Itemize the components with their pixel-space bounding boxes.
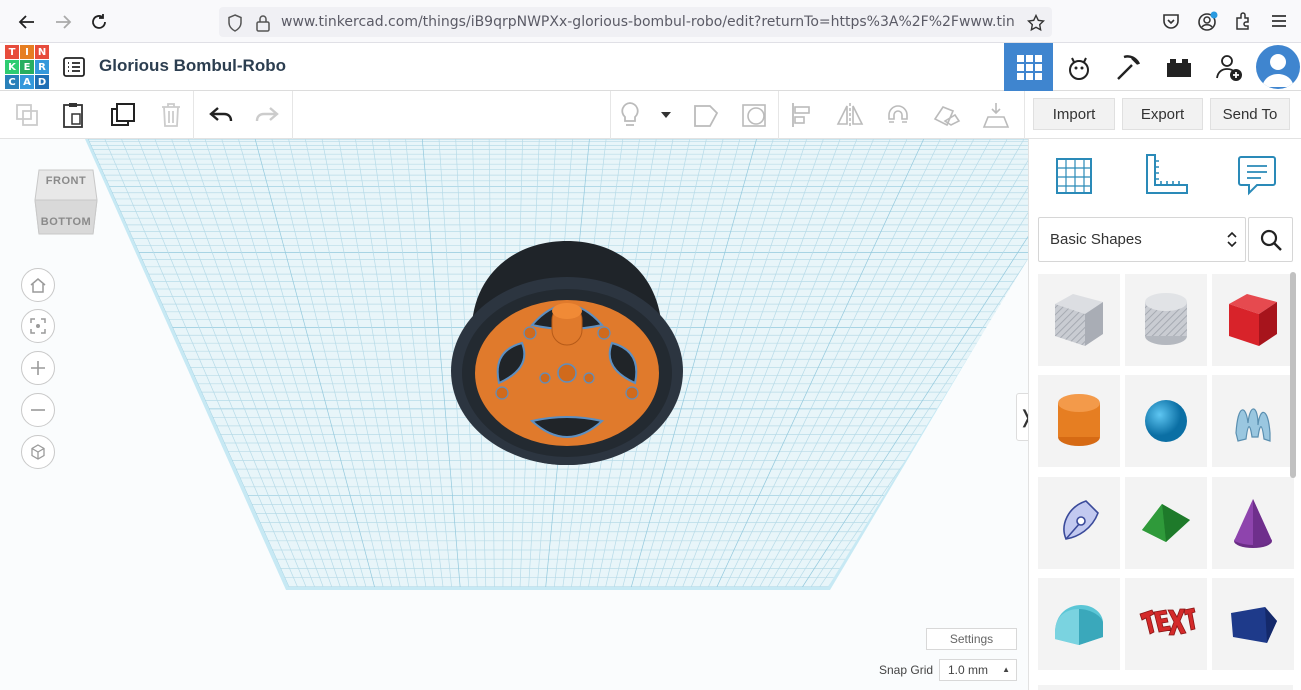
logo-letter: K [5,60,19,74]
design-list-icon[interactable] [62,55,86,79]
caret-up-icon: ▲ [1002,665,1010,674]
send-to-button[interactable]: Send To [1210,98,1290,130]
divider [1024,91,1025,139]
app-header: T I N K E R C A D Glorious Bombul-Robo [0,43,1301,91]
viewcube-bottom-label[interactable]: BOTTOM [33,216,99,228]
back-icon[interactable] [13,8,41,36]
lightbulb-dropdown-icon[interactable] [650,99,682,131]
shield-icon[interactable] [227,14,245,32]
shape-category-select[interactable]: Basic Shapes [1038,217,1246,262]
shape-category-value: Basic Shapes [1050,231,1142,248]
snap-grid-label: Snap Grid [879,663,934,677]
url-text: www.tinkercad.com/things/iB9qrpNWPXx-glo… [281,14,1015,30]
search-icon[interactable] [1248,217,1293,262]
workplane-icon[interactable] [1051,153,1095,197]
logo-letter: R [35,60,49,74]
solid-shape-icon[interactable] [690,99,722,131]
shapes-panel: Basic Shapes [1028,139,1301,690]
viewcube-front-label[interactable]: FRONT [33,175,99,187]
divider [193,91,194,139]
hole-shape-icon[interactable] [738,99,770,131]
3d-design-grid-icon[interactable] [1004,43,1053,91]
fit-view-icon[interactable] [21,309,55,343]
browser-toolbar: www.tinkercad.com/things/iB9qrpNWPXx-glo… [0,0,1301,43]
zoom-out-icon[interactable] [21,393,55,427]
add-user-icon[interactable] [1204,43,1253,91]
pocket-icon[interactable] [1160,10,1184,34]
ruler-icon[interactable] [1143,153,1188,197]
shape-box-hole[interactable] [1038,274,1120,366]
delete-icon[interactable] [155,99,187,131]
magnet-icon[interactable] [882,99,914,131]
reload-icon[interactable] [85,8,113,36]
divider [610,91,611,139]
import-button[interactable]: Import [1033,98,1115,130]
edit-toolbar: Import Export Send To [0,91,1301,139]
export-button[interactable]: Export [1122,98,1203,130]
drop-to-workplane-icon[interactable] [980,99,1012,131]
undo-icon[interactable] [205,99,237,131]
pickaxe-icon[interactable] [1104,43,1153,91]
duplicate-icon[interactable] [107,99,139,131]
zoom-in-icon[interactable] [21,351,55,385]
tinkercad-logo[interactable]: T I N K E R C A D [5,45,49,89]
group-icon[interactable] [930,99,962,131]
divider [778,91,779,139]
logo-letter: I [20,45,34,59]
snap-grid-value: 1.0 mm [948,663,989,677]
bookmark-star-icon[interactable] [1026,13,1046,32]
shape-polygon[interactable] [1212,578,1294,670]
forward-icon[interactable] [49,8,77,36]
mirror-icon[interactable] [834,99,866,131]
logo-letter: E [20,60,34,74]
home-view-icon[interactable] [21,268,55,302]
shape-box[interactable] [1212,274,1294,366]
shape-sphere[interactable] [1125,375,1207,467]
shape-scribble[interactable] [1212,375,1294,467]
address-bar[interactable]: www.tinkercad.com/things/iB9qrpNWPXx-glo… [219,7,1052,37]
logo-letter: C [5,75,19,89]
redo-icon[interactable] [251,99,283,131]
shape-shape-generator[interactable] [1038,477,1120,569]
shape-cylinder[interactable] [1038,375,1120,467]
divider [292,91,293,139]
wheel-model[interactable] [437,233,697,473]
align-icon[interactable] [786,99,818,131]
logo-letter: D [35,75,49,89]
lock-icon[interactable] [255,14,273,32]
panel-scrollbar[interactable] [1290,272,1296,478]
blocks-character-icon[interactable] [1054,43,1103,91]
user-avatar[interactable] [1256,45,1300,89]
extensions-icon[interactable] [1232,10,1256,34]
snap-grid-select[interactable]: 1.0 mm ▲ [939,659,1017,681]
shape-cylinder-hole[interactable] [1125,274,1207,366]
copy-icon[interactable] [11,99,43,131]
account-icon[interactable] [1196,10,1220,34]
paste-icon[interactable] [57,99,89,131]
perspective-cube-icon[interactable] [21,435,55,469]
next-row-partial [1038,685,1293,690]
notes-icon[interactable] [1235,153,1279,197]
select-arrows-icon [1227,218,1237,279]
lightbulb-icon[interactable] [614,99,646,131]
settings-button[interactable]: Settings [926,628,1017,650]
design-title[interactable]: Glorious Bombul-Robo [99,56,286,76]
shape-text[interactable] [1125,578,1207,670]
logo-letter: T [5,45,19,59]
logo-letter: N [35,45,49,59]
logo-letter: A [20,75,34,89]
shape-roof[interactable] [1125,477,1207,569]
menu-icon[interactable] [1268,10,1292,34]
workplane-canvas[interactable]: FRONT BOTTOM Settings Snap Grid 1.0 mm ▲ [0,139,1028,690]
shape-cone[interactable] [1212,477,1294,569]
shape-round-roof[interactable] [1038,578,1120,670]
bricks-icon[interactable] [1154,43,1203,91]
